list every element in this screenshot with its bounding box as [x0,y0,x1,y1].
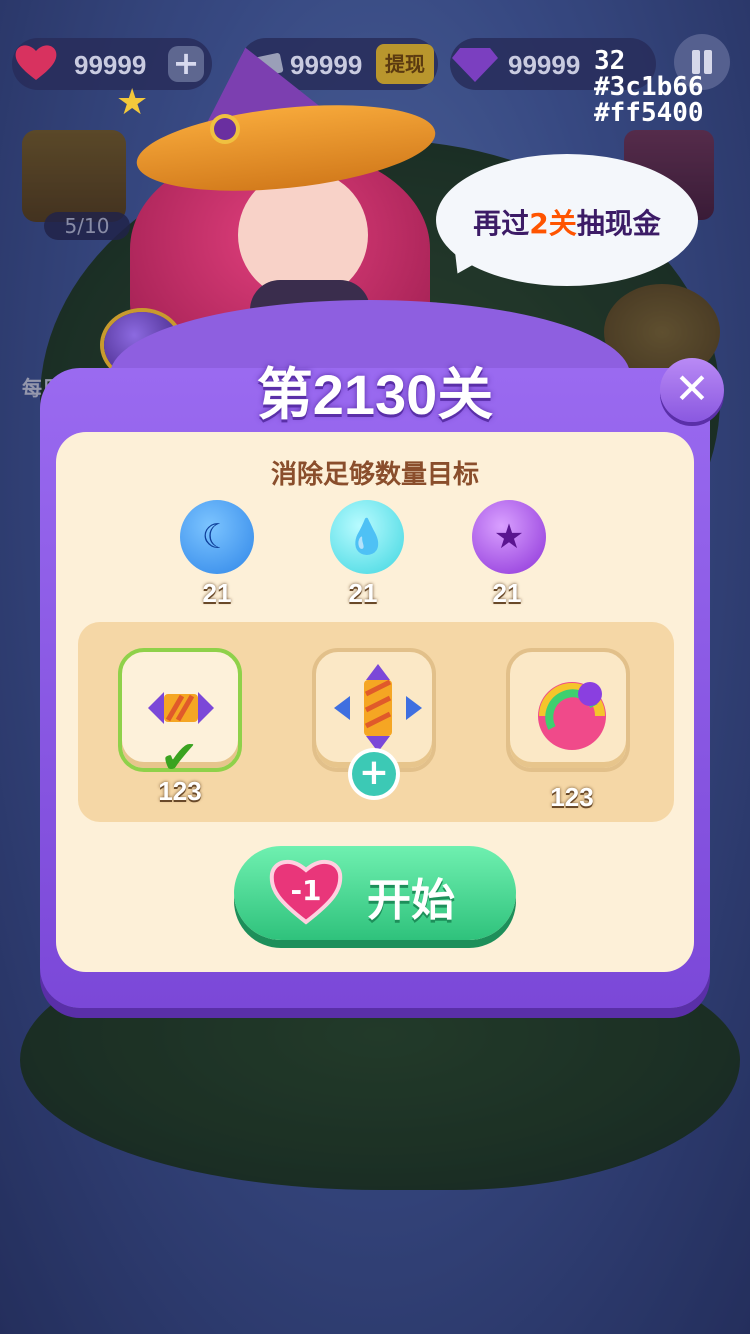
withdraw-cash-button[interactable]: 提现 [376,44,434,84]
heart-cost: -1 [290,874,322,907]
bubble-highlight: 2关 [529,207,577,240]
booster-rainbow-ball[interactable] [506,648,630,772]
diamond-icon [452,48,498,82]
add-booster-button[interactable]: + [352,752,396,796]
goal-title: 消除足够数量目标 [270,460,479,490]
cross-striped-candy-icon [334,664,422,752]
bubble-prefix: 再过 [473,207,530,240]
target-count-2: 21 [348,578,378,608]
booster-count-3: 123 [550,782,594,812]
bubble-suffix: 抽现金 [576,207,661,240]
target-count-1: 21 [202,578,232,608]
debug-line-1: 32 [594,46,626,76]
cyan-drop-candy-icon: 💧 [330,500,404,574]
blue-moon-candy-icon: ☾ [180,500,254,574]
target-count-3: 21 [492,578,522,608]
debug-line-3: #ff5400 [594,98,704,128]
booster-count-1: 123 [158,776,202,806]
striped-candy-icon [148,692,214,724]
hearts-value: 99999 [74,50,147,80]
rainbow-ball-icon [538,682,606,750]
purple-star-candy-icon: ★ [472,500,546,574]
star-icon: ★ [116,82,149,123]
heart-icon [15,45,57,80]
close-button[interactable]: ✕ [660,358,724,422]
hat-gem-icon [214,118,236,140]
gems-value: 99999 [508,50,581,80]
speech-bubble-text: 再过2关抽现金 [436,202,698,242]
start-label: 开始 [367,875,455,926]
debug-readout: 32 #3c1b66 #ff5400 [594,48,704,126]
level-title: 第2130关 [256,363,494,426]
debug-line-2: #3c1b66 [594,72,704,102]
